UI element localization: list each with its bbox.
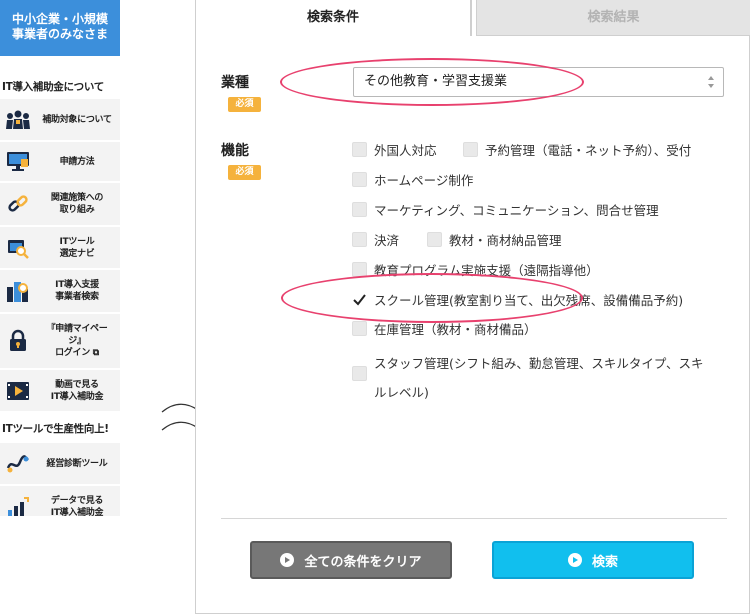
sidebar: 中小企業・小規模 事業者のみなさま IT導入補助金について 補助対象について 申…: [0, 0, 120, 516]
checkbox-education-program[interactable]: 教育プログラム実施支援（遠隔指導他）: [352, 260, 599, 279]
checkbox-label: スタッフ管理(シフト組み、勤怠管理、スキルタイプ、スキ ルレベル): [374, 356, 704, 400]
checkbox-box[interactable]: [352, 172, 367, 187]
checkbox-label: 教材・商材納品管理: [449, 233, 562, 248]
sidebar-item-subsidy-target[interactable]: 補助対象について: [0, 99, 120, 141]
industry-select-value: その他教育・学習支援業: [364, 74, 508, 89]
checkbox-label: 決済: [374, 233, 400, 248]
checkbox-homepage[interactable]: ホームページ制作: [352, 170, 473, 189]
checkbox-label: スクール管理(教室割り当て、出欠残席、設備備品予約): [374, 293, 684, 308]
checkbox-staff-management[interactable]: スタッフ管理(シフト組み、勤怠管理、スキルタイプ、スキ ルレベル): [352, 349, 704, 407]
sidebar-section-title: IT導入補助金について: [2, 81, 104, 93]
checkbox-box[interactable]: [352, 321, 367, 336]
sidebar-item-vendor-search[interactable]: IT導入支援 事業者検索: [0, 270, 120, 313]
checkbox-label: ホームページ制作: [374, 173, 474, 188]
checkmark-icon: [353, 294, 366, 306]
monitor-icon: [0, 151, 36, 173]
sidebar-item-video[interactable]: 動画で見る IT導入補助金: [0, 370, 120, 412]
sidebar-item-label: データで見る IT導入補助金: [50, 495, 104, 517]
industry-label: 業種: [221, 75, 249, 91]
clear-all-button[interactable]: 全ての条件をクリア: [250, 541, 452, 579]
sidebar-item-label: IT導入支援 事業者検索: [55, 280, 99, 302]
sidebar-item-label: 経営診断ツール: [46, 458, 108, 469]
checkbox-box-checked[interactable]: [352, 292, 367, 307]
link-icon: [0, 193, 36, 215]
checkbox-box[interactable]: [352, 366, 367, 381]
sidebar-item-it-tool-navi[interactable]: ITツール 選定ナビ: [0, 227, 120, 269]
checkbox-label: 教育プログラム実施支援（遠隔指導他）: [374, 263, 599, 278]
search-button-label: 検索: [591, 554, 618, 570]
checkbox-box[interactable]: [352, 142, 367, 157]
required-badge: 必須: [228, 165, 261, 180]
tool-search-icon: [0, 237, 36, 259]
people-icon: [0, 109, 36, 131]
checkbox-label: 在庫管理（教材・商材備品）: [374, 322, 537, 337]
checkbox-box[interactable]: [427, 232, 442, 247]
sidebar-item-label: 関連施策への 取り組み: [50, 193, 104, 215]
sidebar-header-line1: 中小企業・小規模: [11, 12, 108, 26]
checkbox-box[interactable]: [352, 232, 367, 247]
sidebar-section-title: ITツールで生産性向上!: [2, 423, 109, 435]
sidebar-item-mypage-login[interactable]: 『申請マイペー ジ』 ログイン ⧉: [0, 314, 120, 369]
checkbox-label: マーケティング、コミュニケーション、問合せ管理: [374, 203, 659, 218]
sidebar-item-label: ITツール 選定ナビ: [59, 236, 95, 259]
lock-icon: [0, 329, 36, 353]
sidebar-header-line2: 事業者のみなさま: [11, 27, 108, 41]
checkbox-box[interactable]: [463, 142, 478, 157]
industry-select[interactable]: その他教育・学習支援業: [353, 67, 724, 97]
data-chart-icon: [0, 496, 36, 516]
sidebar-header[interactable]: 中小企業・小規模 事業者のみなさま: [0, 0, 120, 56]
function-label: 機能: [221, 143, 249, 159]
play-circle-icon: [280, 553, 295, 567]
sidebar-item-application-method[interactable]: 申請方法: [0, 142, 120, 182]
checkbox-inventory[interactable]: 在庫管理（教材・商材備品）: [352, 319, 537, 338]
tab-search-results[interactable]: 検索結果: [476, 0, 750, 36]
search-button[interactable]: 検索: [492, 541, 694, 579]
video-icon: [0, 381, 36, 401]
checkbox-foreigner-support[interactable]: 外国人対応: [352, 140, 437, 159]
checkbox-payment[interactable]: 決済: [352, 230, 399, 249]
checkbox-box[interactable]: [352, 262, 367, 277]
buildings-search-icon: [0, 279, 36, 303]
checkbox-box[interactable]: [352, 202, 367, 217]
sidebar-item-related-measures[interactable]: 関連施策への 取り組み: [0, 183, 120, 226]
play-circle-icon: [567, 553, 582, 567]
checkbox-marketing[interactable]: マーケティング、コミュニケーション、問合せ管理: [352, 200, 659, 219]
checkbox-materials-delivery[interactable]: 教材・商材納品管理: [427, 230, 562, 249]
sidebar-item-label: 申請方法: [59, 156, 95, 167]
checkbox-label: 外国人対応: [374, 143, 437, 158]
divider: [221, 518, 727, 519]
sidebar-item-label: 『申請マイペー ジ』 ログイン ⧉: [46, 324, 108, 358]
checkbox-label: 予約管理（電話・ネット予約）、受付: [485, 143, 692, 158]
diagnosis-icon: [0, 454, 36, 474]
checkbox-school-management[interactable]: スクール管理(教室割り当て、出欠残席、設備備品予約): [352, 290, 683, 309]
tab-search-conditions[interactable]: 検索条件: [195, 0, 471, 36]
required-badge: 必須: [228, 97, 261, 112]
clear-all-button-label: 全ての条件をクリア: [304, 554, 422, 570]
sidebar-item-diagnosis-tool[interactable]: 経営診断ツール: [0, 443, 120, 485]
sidebar-item-label: 補助対象について: [42, 114, 112, 125]
checkbox-reservation[interactable]: 予約管理（電話・ネット予約）、受付: [463, 140, 691, 159]
select-arrows-icon: [708, 76, 714, 88]
sidebar-item-label: 動画で見る IT導入補助金: [50, 379, 104, 402]
sidebar-item-data-view[interactable]: データで見る IT導入補助金: [0, 486, 120, 516]
